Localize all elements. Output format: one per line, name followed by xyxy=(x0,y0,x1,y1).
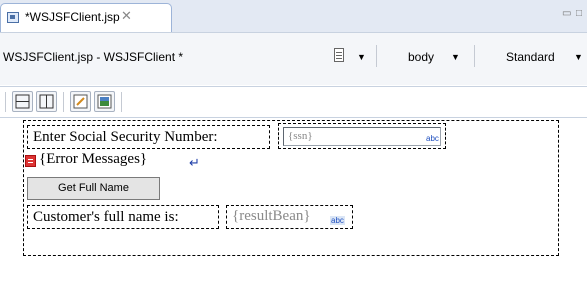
editor-tab-bar: *WSJSFClient.jsp ✕ ▭ □ xyxy=(0,0,587,32)
get-full-name-button[interactable]: Get Full Name xyxy=(27,177,160,200)
split-vertical-icon[interactable] xyxy=(36,91,57,112)
result-output[interactable]: {resultBean} abc xyxy=(226,205,353,229)
ssn-input-value: {ssn} xyxy=(288,130,313,142)
design-canvas: Enter Social Security Number: {ssn} abc … xyxy=(0,118,587,286)
page-title: WSJSFClient.jsp - WSJSFClient * xyxy=(3,50,184,64)
ssn-input[interactable]: {ssn} abc xyxy=(283,127,441,146)
result-output-value: {resultBean} xyxy=(232,208,311,224)
image-icon[interactable] xyxy=(94,91,115,112)
output-text-badge: abc xyxy=(330,216,345,225)
chevron-down-icon[interactable]: ▼ xyxy=(357,52,366,62)
editor-tab[interactable]: *WSJSFClient.jsp ✕ xyxy=(0,3,172,32)
return-icon: ↵ xyxy=(189,155,200,170)
jsp-file-icon xyxy=(7,12,19,23)
edit-icon[interactable] xyxy=(70,91,91,112)
chevron-down-icon[interactable]: ▼ xyxy=(451,52,460,62)
layout-toolbar xyxy=(0,87,587,117)
input-text-badge: abc xyxy=(426,134,439,143)
tag-combo[interactable]: body xyxy=(408,50,434,64)
minimize-icon[interactable]: ▭ xyxy=(562,8,571,19)
split-horizontal-icon[interactable] xyxy=(12,91,33,112)
close-tab-icon[interactable]: ✕ xyxy=(121,8,132,24)
error-messages[interactable]: {Error Messages} xyxy=(39,151,147,168)
tab-title: *WSJSFClient.jsp xyxy=(25,10,120,24)
error-messages-icon xyxy=(25,155,36,167)
maximize-icon[interactable]: □ xyxy=(576,8,582,19)
page-properties-icon[interactable] xyxy=(334,48,344,62)
editor-header: WSJSFClient.jsp - WSJSFClient * ▼ body ▼… xyxy=(0,33,587,85)
chevron-down-icon[interactable]: ▼ xyxy=(574,52,583,62)
full-name-label[interactable]: Customer's full name is: xyxy=(27,205,219,229)
style-combo[interactable]: Standard xyxy=(506,50,555,64)
ssn-label[interactable]: Enter Social Security Number: xyxy=(27,125,270,149)
